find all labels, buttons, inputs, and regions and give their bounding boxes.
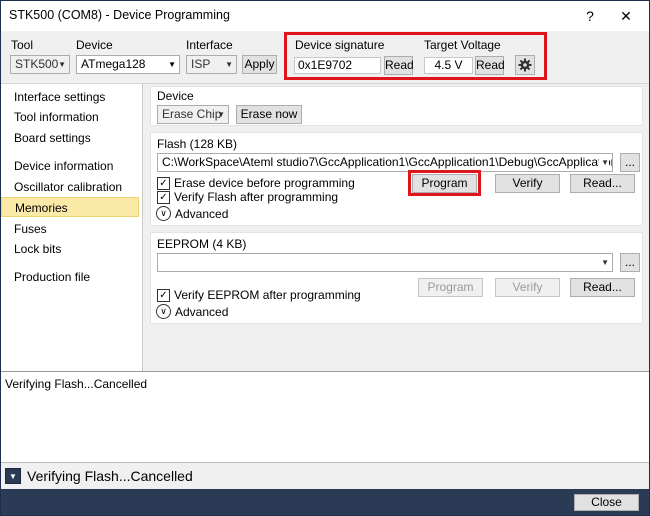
interface-select-value: ISP [191, 57, 211, 71]
erase-before-label: Erase device before programming [174, 176, 355, 190]
eeprom-browse-button[interactable]: ... [620, 253, 640, 272]
device-label: Device [76, 38, 113, 52]
chevron-down-icon: ▼ [58, 60, 66, 69]
chevron-down-icon: ▼ [9, 472, 17, 481]
flash-program-button[interactable]: Program [412, 174, 477, 193]
flash-group-title: Flash (128 KB) [157, 137, 238, 151]
flash-browse-button[interactable]: ... [620, 153, 640, 172]
verify-flash-label: Verify Flash after programming [174, 190, 339, 204]
output-log[interactable]: Verifying Flash...Cancelled [1, 371, 649, 463]
flash-file-path: C:\WorkSpace\Ateml studio7\GccApplicatio… [162, 155, 613, 169]
sidebar-item-tool-information[interactable]: Tool information [1, 107, 139, 127]
tool-select[interactable]: STK500 ▼ [10, 55, 70, 74]
sidebar-item-fuses[interactable]: Fuses [1, 219, 139, 239]
verify-flash-checkbox[interactable]: ✓ [157, 191, 170, 204]
signature-read-button[interactable]: Read [384, 56, 414, 75]
flash-read-button[interactable]: Read... [570, 174, 635, 193]
expand-log-button[interactable]: ▼ [5, 468, 21, 484]
chevron-down-icon: ▼ [217, 110, 225, 119]
sidebar: Interface settings Tool information Boar… [1, 83, 142, 371]
title-bar: STK500 (COM8) - Device Programming ? ✕ [1, 1, 649, 31]
device-group-title: Device [157, 89, 194, 103]
signature-field: 0x1E9702 [294, 57, 381, 74]
verify-eeprom-checkbox[interactable]: ✓ [157, 289, 170, 302]
chevron-down-icon: ▼ [168, 60, 176, 69]
sidebar-item-production-file[interactable]: Production file [1, 267, 139, 287]
eeprom-read-button[interactable]: Read... [570, 278, 635, 297]
eeprom-group-title: EEPROM (4 KB) [157, 237, 247, 251]
eeprom-verify-button[interactable]: Verify [495, 278, 560, 297]
voltage-read-button[interactable]: Read [475, 56, 505, 75]
interface-select[interactable]: ISP ▼ [186, 55, 237, 74]
eeprom-group: EEPROM (4 KB) ▼ ... ✓ Verify EEPROM afte… [150, 232, 643, 324]
device-programming-window: STK500 (COM8) - Device Programming ? ✕ T… [0, 0, 650, 516]
chevron-down-icon[interactable]: ∨ [156, 304, 171, 319]
signature-label: Device signature [295, 38, 385, 52]
erase-now-button[interactable]: Erase now [236, 105, 302, 124]
voltage-field: 4.5 V [424, 57, 473, 74]
tool-select-value: STK500 [15, 57, 59, 71]
flash-file-select[interactable]: C:\WorkSpace\Ateml studio7\GccApplicatio… [157, 153, 613, 172]
sidebar-item-board-settings[interactable]: Board settings [1, 128, 139, 148]
chevron-down-icon: ▼ [599, 154, 609, 171]
close-window-button[interactable]: ✕ [603, 1, 649, 31]
sidebar-item-oscillator-calibration[interactable]: Oscillator calibration [1, 177, 139, 197]
footer-bar: Close [1, 489, 649, 515]
close-button[interactable]: Close [574, 494, 639, 511]
memories-panel: Device Erase Chip ▼ Erase now Flash (128… [142, 83, 649, 371]
window-title: STK500 (COM8) - Device Programming [9, 8, 230, 22]
sidebar-item-device-information[interactable]: Device information [1, 156, 139, 176]
status-text: Verifying Flash...Cancelled [27, 468, 193, 484]
eeprom-file-select[interactable]: ▼ [157, 253, 613, 272]
chevron-down-icon: ▼ [225, 60, 233, 69]
erase-mode-value: Erase Chip [162, 107, 222, 121]
status-bar: ▼ Verifying Flash...Cancelled [1, 463, 649, 489]
erase-before-checkbox[interactable]: ✓ [157, 177, 170, 190]
eeprom-advanced-toggle[interactable]: Advanced [175, 305, 228, 319]
device-select[interactable]: ATmega128 ▼ [76, 55, 180, 74]
settings-button[interactable] [515, 55, 535, 75]
interface-label: Interface [186, 38, 233, 52]
tool-label: Tool [11, 38, 34, 52]
eeprom-program-button[interactable]: Program [418, 278, 483, 297]
apply-button[interactable]: Apply [242, 55, 277, 74]
flash-verify-button[interactable]: Verify [495, 174, 560, 193]
device-group: Device Erase Chip ▼ Erase now [150, 86, 643, 126]
device-select-value: ATmega128 [81, 57, 146, 71]
sidebar-item-lock-bits[interactable]: Lock bits [1, 239, 139, 259]
sidebar-item-memories[interactable]: Memories [1, 197, 139, 217]
chevron-down-icon[interactable]: ∨ [156, 206, 171, 221]
gear-icon [518, 58, 532, 72]
verify-eeprom-label: Verify EEPROM after programming [174, 288, 361, 302]
flash-advanced-toggle[interactable]: Advanced [175, 207, 228, 221]
flash-group: Flash (128 KB) C:\WorkSpace\Ateml studio… [150, 132, 643, 226]
erase-mode-select[interactable]: Erase Chip ▼ [157, 105, 229, 124]
sidebar-item-interface-settings[interactable]: Interface settings [1, 87, 139, 107]
toolbar: Tool STK500 ▼ Device ATmega128 ▼ Interfa… [1, 31, 649, 83]
log-line: Verifying Flash...Cancelled [5, 377, 148, 391]
voltage-label: Target Voltage [424, 38, 501, 52]
chevron-down-icon: ▼ [601, 258, 609, 267]
